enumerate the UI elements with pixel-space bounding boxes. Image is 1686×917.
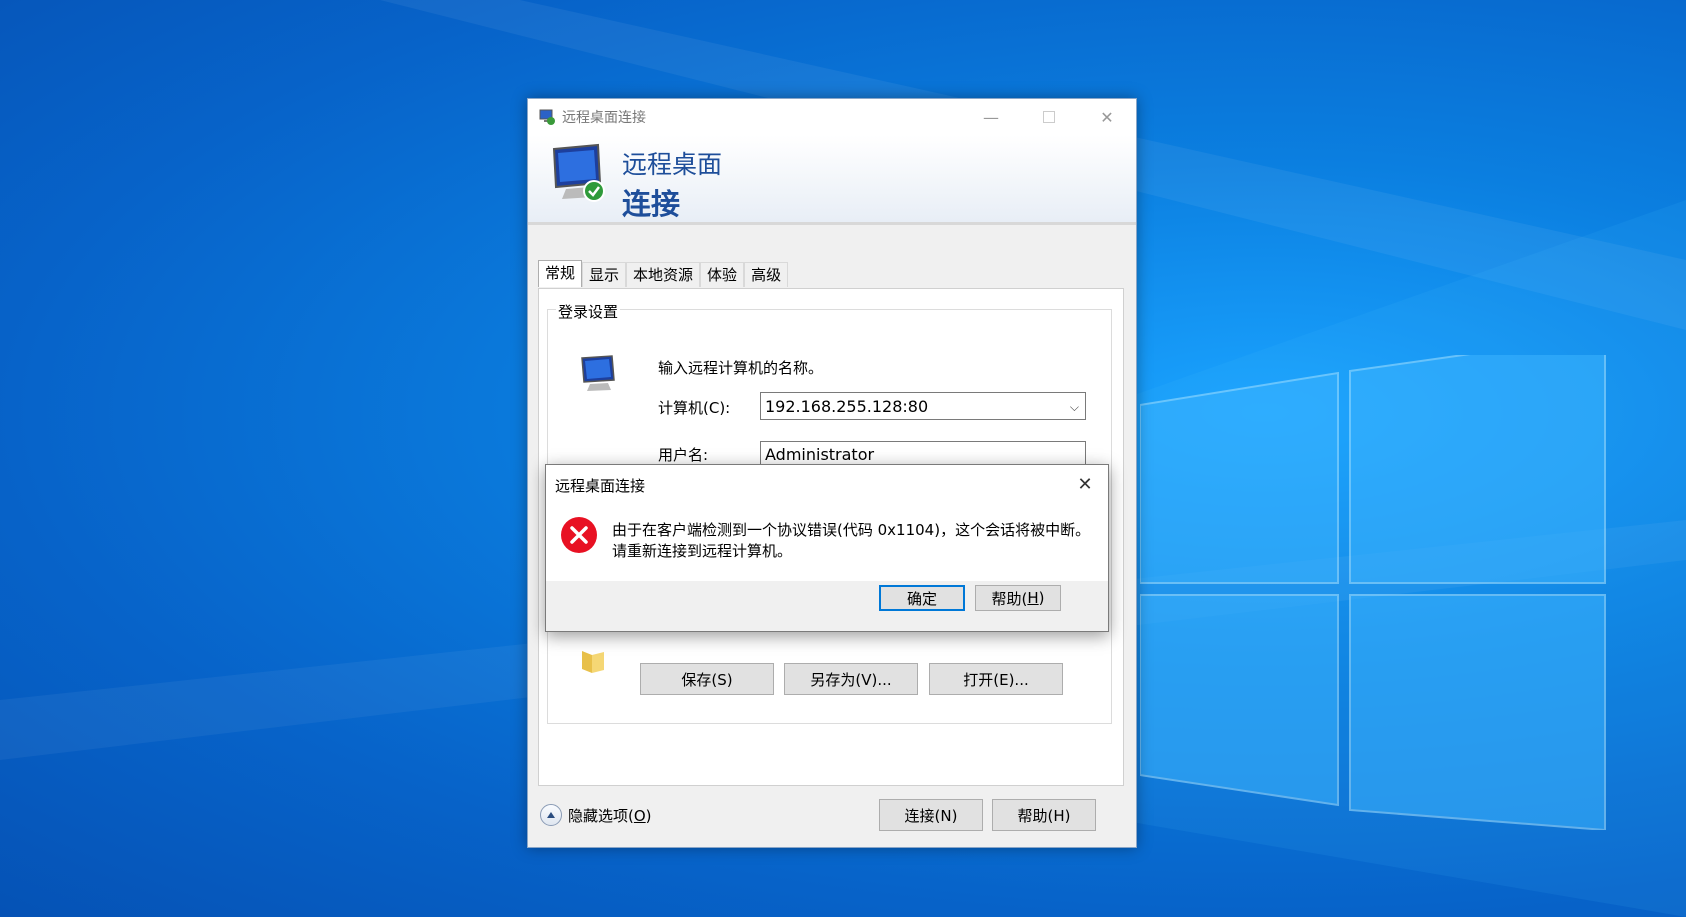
save-as-button[interactable]: 另存为(V)... <box>784 663 918 695</box>
username-value: Administrator <box>765 445 875 464</box>
hide-options-toggle[interactable]: 隐藏选项(O) <box>540 804 652 826</box>
help-button[interactable]: 帮助(H) <box>992 799 1096 831</box>
computer-label: 计算机(C): <box>658 399 731 417</box>
open-button[interactable]: 打开(E)... <box>929 663 1063 695</box>
computer-icon <box>581 355 615 391</box>
banner-title-line2: 连接 <box>622 187 681 221</box>
username-label: 用户名: <box>658 446 709 464</box>
ok-button[interactable]: 确定 <box>879 585 965 611</box>
tab-display[interactable]: 显示 <box>582 262 627 287</box>
rdc-monitor-icon <box>552 143 605 202</box>
tab-experience[interactable]: 体验 <box>700 262 745 287</box>
title-bar[interactable]: 远程桌面连接 — ✕ <box>528 99 1136 135</box>
minimize-icon: — <box>983 107 999 127</box>
computer-value: 192.168.255.128:80 <box>765 397 929 416</box>
maximize-button[interactable] <box>1020 99 1078 135</box>
minimize-button[interactable]: — <box>962 99 1020 135</box>
error-dialog-close-button[interactable]: ✕ <box>1070 470 1100 498</box>
close-icon: ✕ <box>1077 473 1093 495</box>
tab-advanced[interactable]: 高级 <box>744 262 789 287</box>
windows-logo <box>1140 355 1606 830</box>
error-dialog: 远程桌面连接 ✕ 由于在客户端检测到一个协议错误(代码 0x1104)，这个会话… <box>545 464 1109 632</box>
error-message: 由于在客户端检测到一个协议错误(代码 0x1104)，这个会话将被中断。 请重新… <box>612 520 1092 562</box>
error-dialog-title: 远程桌面连接 <box>555 477 646 495</box>
chevron-down-icon[interactable]: ⌵ <box>1070 393 1079 421</box>
error-message-line1: 由于在客户端检测到一个协议错误(代码 0x1104)，这个会话将被中断。 <box>612 521 1091 539</box>
banner-title-line1: 远程桌面 <box>622 150 723 179</box>
computer-combobox[interactable]: 192.168.255.128:80 ⌵ <box>760 392 1086 420</box>
dialog-help-button[interactable]: 帮助(H) <box>975 585 1061 611</box>
maximize-icon <box>1043 111 1055 123</box>
save-button[interactable]: 保存(S) <box>640 663 774 695</box>
computer-name-prompt: 输入远程计算机的名称。 <box>658 359 824 377</box>
banner: 远程桌面 连接 <box>528 135 1136 225</box>
chevron-up-icon <box>540 804 562 826</box>
close-button[interactable]: ✕ <box>1078 99 1136 135</box>
rdc-app-icon <box>539 109 555 125</box>
error-message-line2: 请重新连接到远程计算机。 <box>612 542 793 560</box>
error-icon <box>561 517 597 553</box>
tab-strip: 常规 显示 本地资源 体验 高级 <box>538 260 789 287</box>
tab-local-resources[interactable]: 本地资源 <box>626 262 701 287</box>
tab-general[interactable]: 常规 <box>538 260 583 287</box>
close-icon: ✕ <box>1100 107 1114 127</box>
logon-settings-title: 登录设置 <box>556 301 621 322</box>
window-title: 远程桌面连接 <box>562 110 646 126</box>
connect-button[interactable]: 连接(N) <box>879 799 983 831</box>
folder-icon <box>582 651 604 673</box>
hide-options-label: 隐藏选项(O) <box>568 806 652 825</box>
